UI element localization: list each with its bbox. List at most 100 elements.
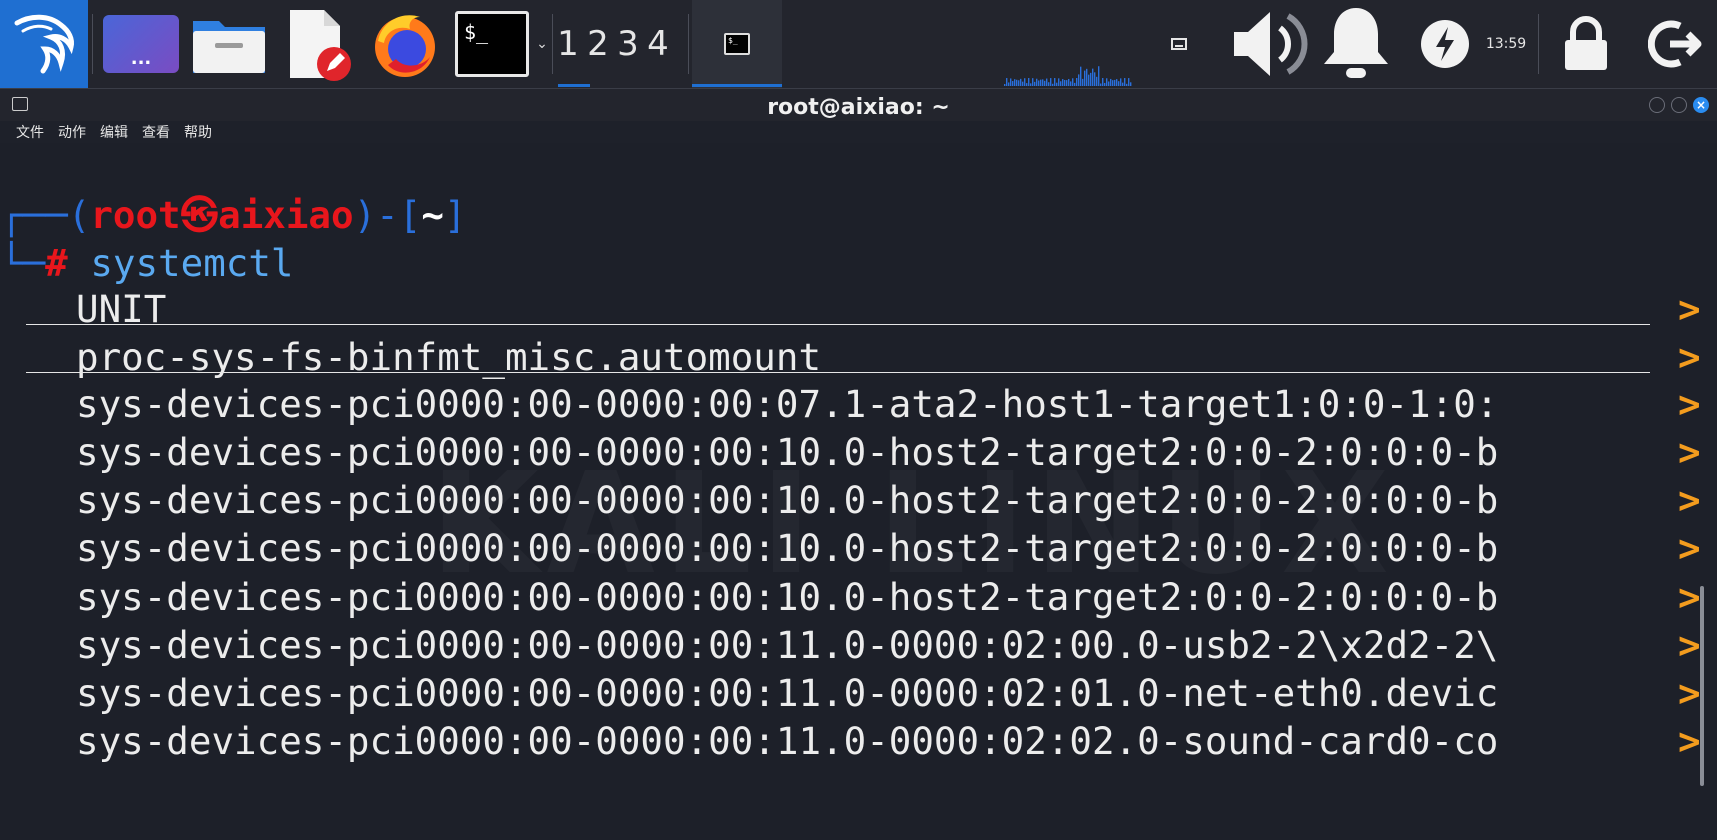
cpu-graph-bar xyxy=(1124,78,1126,86)
cpu-graph-bar xyxy=(1056,82,1058,86)
prompt-hash: # xyxy=(45,241,68,285)
panel-separator xyxy=(92,14,93,74)
window-title: root@aixiao: ~ xyxy=(767,94,950,120)
cpu-graph-bar xyxy=(1004,84,1006,86)
menu-actions[interactable]: 动作 xyxy=(58,122,86,142)
workspace-3[interactable]: 3 xyxy=(613,24,643,64)
cpu-graph-bar xyxy=(1066,80,1068,86)
unit-row: sys-devices-pci0000:00-0000:00:11.0-0000… xyxy=(76,671,1499,715)
menu-view[interactable]: 查看 xyxy=(142,122,170,142)
taskbar-terminal-window[interactable]: $_ xyxy=(692,0,782,88)
firefox-button[interactable] xyxy=(366,0,444,88)
cpu-graph-bar xyxy=(1014,79,1016,86)
cpu-graph-bar xyxy=(1120,78,1122,86)
minimize-button[interactable] xyxy=(1649,97,1665,113)
cpu-graph-bar xyxy=(1028,78,1030,86)
menu-file[interactable]: 文件 xyxy=(16,122,44,142)
file-manager-button[interactable] xyxy=(188,0,270,88)
text-editor-icon xyxy=(290,10,351,81)
cpu-graph-bar xyxy=(1060,81,1062,86)
window-titlebar[interactable]: root@aixiao: ~ × xyxy=(0,89,1717,125)
cpu-graph-bar xyxy=(1128,78,1130,86)
cpu-graph-bar xyxy=(1122,82,1124,86)
unit-row: sys-devices-pci0000:00-0000:00:10.0-host… xyxy=(76,526,1499,570)
cpu-graph-bar xyxy=(1110,78,1112,86)
terminal-window-icon xyxy=(12,97,28,111)
prompt-bracket: )-[ xyxy=(353,193,422,237)
more-indicator: > xyxy=(1678,382,1701,426)
cpu-graph-bar xyxy=(1006,78,1008,86)
kali-menu-button[interactable] xyxy=(0,0,88,88)
cpu-graph-bar xyxy=(1096,76,1098,86)
cpu-graph-bar xyxy=(1050,78,1052,86)
cpu-graph-bar xyxy=(1088,74,1090,86)
cpu-graph-bar xyxy=(1064,79,1066,86)
prompt-line-1: ┌──(root㉿aixiao)-[~] xyxy=(0,191,466,239)
more-indicator: > xyxy=(1678,430,1701,474)
close-button[interactable]: × xyxy=(1693,97,1709,113)
terminal-dropdown-button[interactable]: ⌄ xyxy=(534,0,550,88)
cpu-graph-bar xyxy=(1040,79,1042,86)
terminal-scrollbar[interactable] xyxy=(1700,586,1704,786)
menu-help[interactable]: 帮助 xyxy=(184,122,212,142)
cpu-graph-bar xyxy=(1100,83,1102,86)
power-manager-button[interactable] xyxy=(1418,0,1472,88)
unit-row: sys-devices-pci0000:00-0000:00:11.0-0000… xyxy=(76,623,1499,667)
prompt-bracket: └─ xyxy=(0,241,46,285)
workspace-4[interactable]: 4 xyxy=(643,24,673,64)
cpu-graph-bar xyxy=(1052,83,1054,86)
terminal-icon-glyph: $_ xyxy=(464,20,489,44)
firefox-icon xyxy=(375,15,435,77)
cpu-graph-bar xyxy=(1046,78,1048,86)
window-controls: × xyxy=(1649,97,1709,113)
more-indicator: > xyxy=(1678,335,1701,379)
terminal-launcher-button[interactable]: $_ xyxy=(452,0,532,88)
active-task-indicator xyxy=(692,84,782,87)
panel-separator xyxy=(688,14,689,74)
cpu-graph-bar xyxy=(1116,79,1118,86)
desktop-icon: ... xyxy=(103,15,179,73)
clock[interactable]: 13:59 xyxy=(1478,0,1534,88)
menu-bar: 文件 动作 编辑 查看 帮助 xyxy=(0,121,1717,143)
cpu-graph-bar xyxy=(1080,66,1082,86)
more-indicator: > xyxy=(1678,478,1701,522)
notifications-button[interactable] xyxy=(1316,0,1396,88)
logout-button[interactable] xyxy=(1644,0,1708,88)
show-desktop-button[interactable]: ... xyxy=(100,0,182,88)
terminal-output[interactable]: KALI LINUX ┌──(root㉿aixiao)-[~] └─# syst… xyxy=(0,143,1717,840)
more-indicator: > xyxy=(1678,575,1701,619)
prompt-host: aixiao xyxy=(218,193,354,237)
unit-row: sys-devices-pci0000:00-0000:00:10.0-host… xyxy=(76,478,1499,522)
cpu-graph-bar xyxy=(1038,80,1040,86)
notification-area-button[interactable] xyxy=(1166,0,1192,88)
command-text: systemctl xyxy=(90,241,294,285)
task-icon-glyph: $_ xyxy=(728,36,738,45)
unit-row: sys-devices-pci0000:00-0000:00:10.0-host… xyxy=(76,575,1499,619)
text-editor-button[interactable] xyxy=(282,0,356,88)
cpu-graph-bar xyxy=(1106,78,1108,86)
prompt-bracket: ] xyxy=(443,193,467,237)
more-indicator: > xyxy=(1678,526,1701,570)
top-panel: ... $_ ⌄ 1 2 3 4 $_ 13:59 xyxy=(0,0,1717,89)
terminal-icon: $_ xyxy=(455,11,529,77)
terminal-task-icon: $_ xyxy=(724,33,750,55)
cpu-graph-bar xyxy=(1022,81,1024,86)
cpu-graph-bar xyxy=(1098,66,1100,86)
workspace-1[interactable]: 1 xyxy=(553,24,583,64)
menu-edit[interactable]: 编辑 xyxy=(100,122,128,142)
cpu-graph-bar xyxy=(1070,81,1072,86)
cpu-graph-bar xyxy=(1054,78,1056,86)
active-workspace-indicator xyxy=(558,84,590,87)
unit-row: sys-devices-pci0000:00-0000:00:07.1-ata2… xyxy=(76,382,1499,426)
desktop-label: ... xyxy=(130,48,152,69)
cpu-graph-bar xyxy=(1042,79,1044,86)
volume-button[interactable] xyxy=(1226,0,1310,88)
workspace-2[interactable]: 2 xyxy=(583,24,613,64)
lock-screen-button[interactable] xyxy=(1558,0,1614,88)
prompt-at-symbol: ㉿ xyxy=(180,193,219,237)
cpu-graph-bar xyxy=(1016,79,1018,86)
prompt-line-2: └─# systemctl xyxy=(0,239,294,287)
header-underline xyxy=(26,324,1650,325)
maximize-button[interactable] xyxy=(1671,97,1687,113)
more-indicator: > xyxy=(1678,671,1701,715)
